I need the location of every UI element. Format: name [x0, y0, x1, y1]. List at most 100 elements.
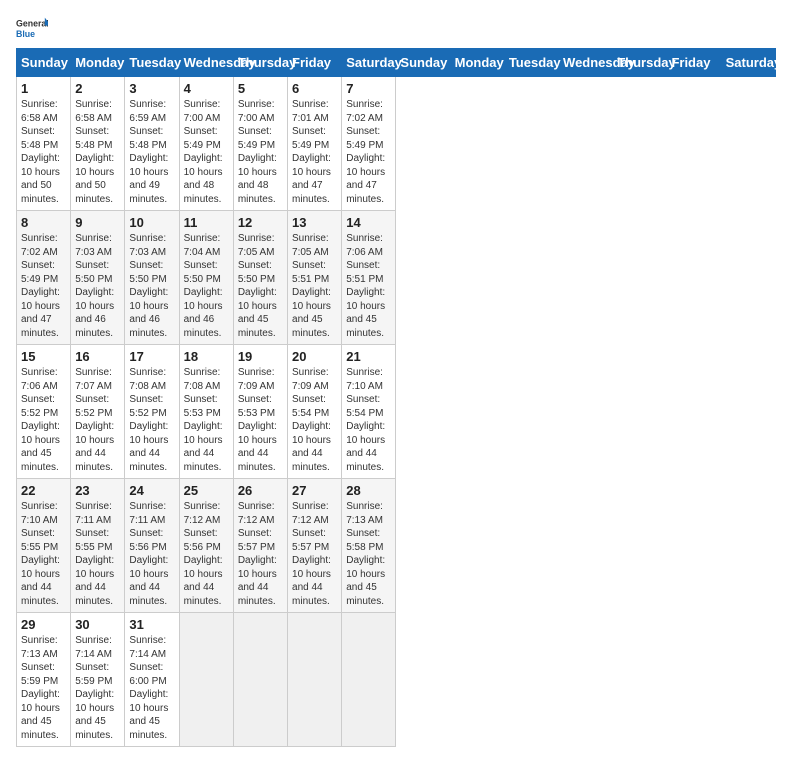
day-number: 1: [21, 81, 66, 96]
day-info: Sunrise: 7:02 AM Sunset: 5:49 PM Dayligh…: [346, 98, 391, 206]
day-info: Sunrise: 7:13 AM Sunset: 5:59 PM Dayligh…: [21, 634, 66, 742]
calendar-week-row: 29Sunrise: 7:13 AM Sunset: 5:59 PM Dayli…: [17, 613, 776, 747]
calendar-day-cell: 9 Sunrise: 7:03 AM Sunset: 5:50 PM Daylig…: [71, 211, 125, 345]
calendar-day-cell: 29Sunrise: 7:13 AM Sunset: 5:59 PM Dayli…: [17, 613, 71, 747]
calendar-day-cell: 28Sunrise: 7:13 AM Sunset: 5:58 PM Dayli…: [342, 479, 396, 613]
calendar-day-cell: 23 Sunrise: 7:11 AM Sunset: 5:55 PM Dayli…: [71, 479, 125, 613]
day-number: 20: [292, 349, 337, 364]
day-info: Sunrise: 7:14 AM Sunset: 6:00 PM Dayligh…: [129, 634, 174, 742]
day-number: 26: [238, 483, 283, 498]
calendar-day-header: Monday: [71, 49, 125, 77]
day-info: Sunrise: 7:06 AM Sunset: 5:52 PM Dayligh…: [21, 366, 66, 474]
calendar-week-row: 1 Sunrise: 6:58 AM Sunset: 5:48 PM Daylig…: [17, 77, 776, 211]
calendar-header-row: SundayMondayTuesdayWednesdayThursdayFrid…: [17, 49, 776, 77]
calendar-day-cell: 8Sunrise: 7:02 AM Sunset: 5:49 PM Daylig…: [17, 211, 71, 345]
day-info: Sunrise: 6:59 AM Sunset: 5:48 PM Dayligh…: [129, 98, 174, 206]
day-info: Sunrise: 7:11 AM Sunset: 5:55 PM Dayligh…: [75, 500, 120, 608]
day-number: 18: [184, 349, 229, 364]
day-number: 2: [75, 81, 120, 96]
calendar-week-row: 15 Sunrise: 7:06 AM Sunset: 5:52 PM Dayli…: [17, 345, 776, 479]
calendar-day-cell: 4Sunrise: 7:00 AM Sunset: 5:49 PM Daylig…: [179, 77, 233, 211]
calendar-day-cell: 5 Sunrise: 7:00 AM Sunset: 5:49 PM Daylig…: [233, 77, 287, 211]
day-number: 11: [184, 215, 229, 230]
calendar-day-cell: 25 Sunrise: 7:12 AM Sunset: 5:56 PM Dayli…: [179, 479, 233, 613]
day-number: 27: [292, 483, 337, 498]
calendar-day-cell: 1 Sunrise: 6:58 AM Sunset: 5:48 PM Daylig…: [17, 77, 71, 211]
calendar-day-cell: 19 Sunrise: 7:09 AM Sunset: 5:53 PM Dayli…: [233, 345, 287, 479]
calendar-day-cell: 18 Sunrise: 7:08 AM Sunset: 5:53 PM Dayli…: [179, 345, 233, 479]
logo: General Blue: [16, 16, 48, 40]
day-info: Sunrise: 6:58 AM Sunset: 5:48 PM Dayligh…: [21, 98, 66, 206]
day-info: Sunrise: 7:09 AM Sunset: 5:54 PM Dayligh…: [292, 366, 337, 474]
calendar-day-cell: 10 Sunrise: 7:03 AM Sunset: 5:50 PM Dayli…: [125, 211, 179, 345]
day-info: Sunrise: 7:03 AM Sunset: 5:50 PM Dayligh…: [129, 232, 174, 340]
day-info: Sunrise: 7:09 AM Sunset: 5:53 PM Dayligh…: [238, 366, 283, 474]
calendar-day-cell: 2 Sunrise: 6:58 AM Sunset: 5:48 PM Daylig…: [71, 77, 125, 211]
calendar-day-cell: 16Sunrise: 7:07 AM Sunset: 5:52 PM Dayli…: [71, 345, 125, 479]
calendar-day-header: Wednesday: [179, 49, 233, 77]
page-header: General Blue: [16, 16, 776, 40]
day-of-week-header: Saturday: [721, 49, 775, 77]
day-info: Sunrise: 7:01 AM Sunset: 5:49 PM Dayligh…: [292, 98, 337, 206]
svg-text:General: General: [16, 18, 48, 28]
calendar-day-header: Saturday: [342, 49, 396, 77]
day-number: 9: [75, 215, 120, 230]
day-of-week-header: Thursday: [613, 49, 667, 77]
day-of-week-header: Wednesday: [559, 49, 613, 77]
calendar-day-cell: [342, 613, 396, 747]
day-info: Sunrise: 7:02 AM Sunset: 5:49 PM Dayligh…: [21, 232, 66, 340]
day-info: Sunrise: 7:13 AM Sunset: 5:58 PM Dayligh…: [346, 500, 391, 608]
day-number: 14: [346, 215, 391, 230]
day-number: 24: [129, 483, 174, 498]
calendar-day-cell: 17Sunrise: 7:08 AM Sunset: 5:52 PM Dayli…: [125, 345, 179, 479]
calendar-day-cell: 11Sunrise: 7:04 AM Sunset: 5:50 PM Dayli…: [179, 211, 233, 345]
day-info: Sunrise: 7:00 AM Sunset: 5:49 PM Dayligh…: [238, 98, 283, 206]
day-info: Sunrise: 7:12 AM Sunset: 5:56 PM Dayligh…: [184, 500, 229, 608]
generalblue-logo-icon: General Blue: [16, 16, 48, 40]
day-of-week-header: Sunday: [396, 49, 450, 77]
calendar-day-header: Tuesday: [125, 49, 179, 77]
day-number: 4: [184, 81, 229, 96]
day-number: 16: [75, 349, 120, 364]
day-info: Sunrise: 7:10 AM Sunset: 5:55 PM Dayligh…: [21, 500, 66, 608]
calendar-day-cell: 21Sunrise: 7:10 AM Sunset: 5:54 PM Dayli…: [342, 345, 396, 479]
day-number: 5: [238, 81, 283, 96]
day-number: 3: [129, 81, 174, 96]
day-number: 10: [129, 215, 174, 230]
day-of-week-header: Monday: [450, 49, 504, 77]
day-info: Sunrise: 7:05 AM Sunset: 5:50 PM Dayligh…: [238, 232, 283, 340]
calendar-day-cell: 27 Sunrise: 7:12 AM Sunset: 5:57 PM Dayli…: [288, 479, 342, 613]
day-number: 7: [346, 81, 391, 96]
calendar-day-cell: 7 Sunrise: 7:02 AM Sunset: 5:49 PM Daylig…: [342, 77, 396, 211]
calendar-day-cell: 3 Sunrise: 6:59 AM Sunset: 5:48 PM Daylig…: [125, 77, 179, 211]
day-info: Sunrise: 7:08 AM Sunset: 5:53 PM Dayligh…: [184, 366, 229, 474]
day-number: 21: [346, 349, 391, 364]
calendar-day-cell: 15 Sunrise: 7:06 AM Sunset: 5:52 PM Dayli…: [17, 345, 71, 479]
day-number: 15: [21, 349, 66, 364]
calendar-week-row: 8Sunrise: 7:02 AM Sunset: 5:49 PM Daylig…: [17, 211, 776, 345]
day-number: 13: [292, 215, 337, 230]
svg-text:Blue: Blue: [16, 29, 35, 39]
calendar-day-cell: 20 Sunrise: 7:09 AM Sunset: 5:54 PM Dayli…: [288, 345, 342, 479]
day-info: Sunrise: 7:03 AM Sunset: 5:50 PM Dayligh…: [75, 232, 120, 340]
day-number: 19: [238, 349, 283, 364]
day-number: 31: [129, 617, 174, 632]
day-number: 12: [238, 215, 283, 230]
day-number: 25: [184, 483, 229, 498]
day-info: Sunrise: 6:58 AM Sunset: 5:48 PM Dayligh…: [75, 98, 120, 206]
calendar-day-cell: 12 Sunrise: 7:05 AM Sunset: 5:50 PM Dayli…: [233, 211, 287, 345]
calendar-day-cell: 30Sunrise: 7:14 AM Sunset: 5:59 PM Dayli…: [71, 613, 125, 747]
day-number: 23: [75, 483, 120, 498]
day-info: Sunrise: 7:12 AM Sunset: 5:57 PM Dayligh…: [292, 500, 337, 608]
calendar-day-cell: 26Sunrise: 7:12 AM Sunset: 5:57 PM Dayli…: [233, 479, 287, 613]
calendar-day-cell: 31 Sunrise: 7:14 AM Sunset: 6:00 PM Dayli…: [125, 613, 179, 747]
calendar-day-cell: 13Sunrise: 7:05 AM Sunset: 5:51 PM Dayli…: [288, 211, 342, 345]
calendar-day-cell: 22Sunrise: 7:10 AM Sunset: 5:55 PM Dayli…: [17, 479, 71, 613]
day-info: Sunrise: 7:06 AM Sunset: 5:51 PM Dayligh…: [346, 232, 391, 340]
calendar-day-cell: [288, 613, 342, 747]
day-of-week-header: Friday: [667, 49, 721, 77]
calendar-day-header: Sunday: [17, 49, 71, 77]
day-number: 6: [292, 81, 337, 96]
calendar-day-cell: 6 Sunrise: 7:01 AM Sunset: 5:49 PM Daylig…: [288, 77, 342, 211]
day-info: Sunrise: 7:11 AM Sunset: 5:56 PM Dayligh…: [129, 500, 174, 608]
